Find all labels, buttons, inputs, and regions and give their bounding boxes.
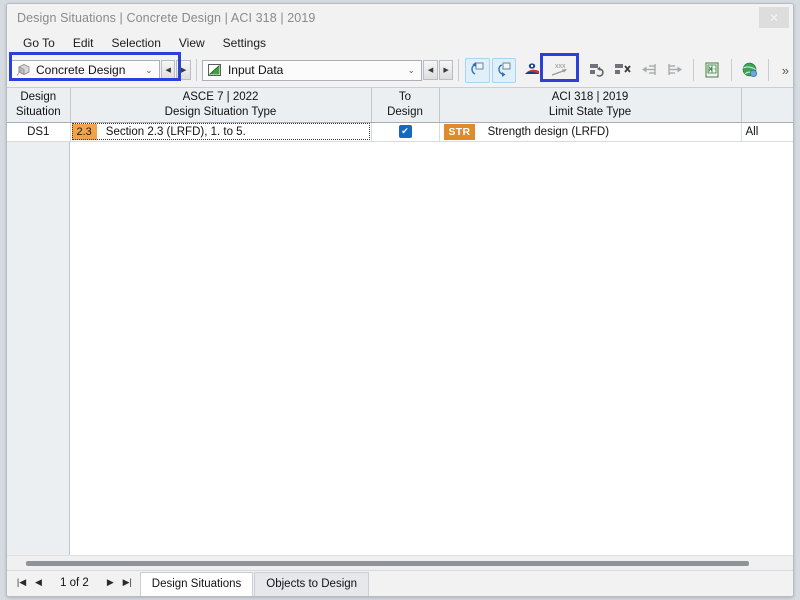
- toolbar-separator-4: [693, 59, 695, 81]
- web-globe-icon[interactable]: [738, 58, 762, 83]
- svg-text:xxx: xxx: [555, 63, 566, 70]
- bottom-tabs: Design Situations Objects to Design: [139, 570, 370, 596]
- scrollbar-thumb[interactable]: [26, 560, 749, 566]
- grid-empty-area: [71, 140, 793, 555]
- status-bar: |◀ ◀ 1 of 2 ▶ ▶| Design Situations Objec…: [7, 570, 793, 596]
- prev-record-button[interactable]: ◀: [30, 578, 47, 587]
- col-limit-state-type-line1: ACI 318 | 2019: [551, 91, 629, 104]
- col-design-situation-type[interactable]: ASCE 7 | 2022 Design Situation Type: [70, 88, 372, 123]
- col-design-situation-type-line2: Design Situation Type: [164, 105, 277, 118]
- cell-to-design[interactable]: ✔: [371, 122, 440, 142]
- view-mode-value: Input Data: [227, 63, 284, 77]
- col-to-design-line2: Design: [387, 105, 423, 118]
- toolbar-separator-2: [458, 59, 460, 81]
- application-window: Design Situations | Concrete Design | AC…: [6, 3, 794, 597]
- col-limit-state-type-line2: Limit State Type: [548, 105, 632, 118]
- export-excel-icon[interactable]: X: [700, 58, 724, 83]
- toolbar-separator-1: [195, 59, 197, 81]
- next-record-button[interactable]: ▶: [102, 578, 119, 587]
- toolbar-separator-6: [767, 59, 769, 81]
- rowheader-filler: [7, 140, 70, 555]
- concrete-block-icon: [16, 63, 31, 77]
- menu-item-settings[interactable]: Settings: [214, 36, 275, 50]
- limit-state-text: Strength design (LRFD): [487, 125, 610, 138]
- chevron-down-icon-2[interactable]: ⌄: [403, 65, 419, 75]
- view-next-button[interactable]: ▶: [438, 60, 454, 80]
- menu-bar: Go To Edit Selection View Settings: [7, 32, 793, 53]
- design-next-button[interactable]: ▶: [176, 60, 191, 80]
- menu-item-view[interactable]: View: [170, 36, 214, 50]
- table-header-row: Design Situation ASCE 7 | 2022 Design Si…: [7, 88, 794, 123]
- window-title: Design Situations | Concrete Design | AC…: [17, 10, 316, 25]
- toolbar-overflow-button[interactable]: »: [778, 63, 793, 78]
- view-prev-button[interactable]: ◀: [423, 60, 438, 80]
- tab-objects-to-design[interactable]: Objects to Design: [254, 572, 370, 596]
- spreadsheet-icon: [207, 63, 223, 77]
- col-design-situation-line1: Design: [20, 91, 57, 104]
- record-counter: 1 of 2: [60, 576, 89, 589]
- delete-row-icon[interactable]: [611, 58, 635, 83]
- toolbar: Concrete Design ⌄ ◀ ▶ Input Data ⌄ ◀ ▶ x…: [7, 53, 793, 88]
- redo-arrow-down-icon[interactable]: [491, 57, 516, 83]
- cell-limit-state-type[interactable]: STR Strength design (LRFD): [439, 122, 742, 142]
- formula-variables-icon[interactable]: xxx: [548, 58, 572, 83]
- chevron-down-icon[interactable]: ⌄: [141, 65, 157, 75]
- col-consider[interactable]: Con for l: [741, 88, 794, 123]
- design-module-value: Concrete Design: [36, 63, 126, 77]
- first-record-button[interactable]: |◀: [13, 578, 30, 587]
- table-row[interactable]: DS1 2.3 Section 2.3 (LRFD), 1. to 5. ✔ S…: [7, 122, 793, 142]
- col-to-design-line1: To: [398, 91, 412, 104]
- menu-item-edit[interactable]: Edit: [64, 36, 103, 50]
- toolbar-separator-5: [730, 59, 732, 81]
- design-prev-button[interactable]: ◀: [160, 60, 176, 80]
- svg-text:X: X: [709, 67, 714, 74]
- col-design-situation[interactable]: Design Situation: [7, 88, 71, 123]
- view-mode-dropdown[interactable]: Input Data ⌄: [201, 59, 423, 81]
- import-left-icon[interactable]: [637, 58, 661, 83]
- tab-design-situations[interactable]: Design Situations: [139, 572, 254, 596]
- col-design-situation-type-line1: ASCE 7 | 2022: [182, 91, 259, 104]
- cell-consider[interactable]: All: [741, 122, 793, 142]
- col-to-design[interactable]: To Design: [371, 88, 440, 123]
- view-properties-icon[interactable]: [520, 58, 544, 83]
- design-module-dropdown[interactable]: Concrete Design ⌄: [11, 59, 160, 81]
- horizontal-scrollbar[interactable]: [7, 555, 793, 570]
- cell-design-situation-type[interactable]: 2.3 Section 2.3 (LRFD), 1. to 5.: [70, 122, 372, 142]
- col-design-situation-line2: Situation: [15, 105, 61, 118]
- last-record-button[interactable]: ▶|: [119, 578, 136, 587]
- insert-row-icon[interactable]: [585, 58, 609, 83]
- selected-cell[interactable]: 2.3 Section 2.3 (LRFD), 1. to 5.: [71, 123, 370, 140]
- close-icon[interactable]: ✕: [759, 7, 789, 28]
- col-consider-line2: for l: [746, 105, 794, 119]
- to-design-checkbox[interactable]: ✔: [398, 125, 412, 138]
- section-badge: 2.3: [71, 123, 97, 140]
- undo-arrow-up-icon[interactable]: [465, 57, 490, 83]
- section-text: Section 2.3 (LRFD), 1. to 5.: [105, 125, 246, 138]
- toolbar-separator-3: [577, 59, 579, 81]
- col-consider-line1: Con: [746, 90, 794, 104]
- cell-design-situation[interactable]: DS1: [7, 122, 71, 142]
- title-bar: Design Situations | Concrete Design | AC…: [7, 4, 793, 32]
- menu-item-selection[interactable]: Selection: [103, 36, 170, 50]
- record-pager: |◀ ◀ 1 of 2 ▶ ▶|: [13, 570, 136, 596]
- col-limit-state-type[interactable]: ACI 318 | 2019 Limit State Type: [439, 88, 742, 123]
- limit-state-badge: STR: [443, 123, 476, 140]
- menu-item-go-to[interactable]: Go To: [14, 36, 64, 50]
- export-right-icon[interactable]: [663, 58, 687, 83]
- data-grid: Design Situation ASCE 7 | 2022 Design Si…: [7, 88, 793, 555]
